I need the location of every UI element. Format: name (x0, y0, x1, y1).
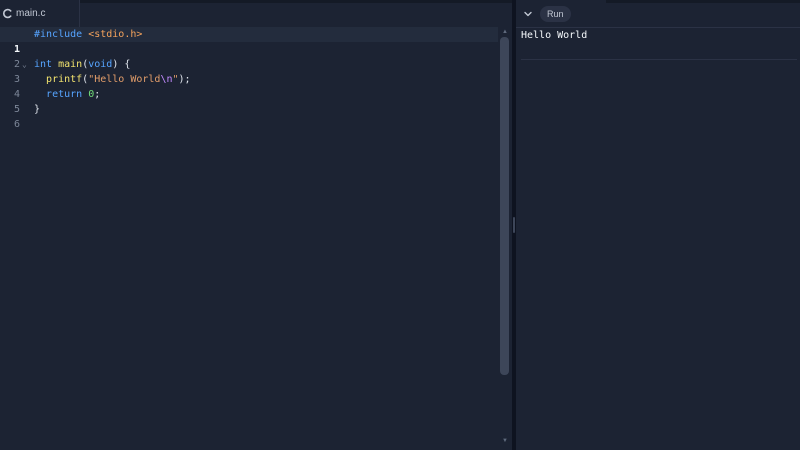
punctuation-token: } (34, 104, 41, 115)
run-button[interactable]: Run (540, 6, 571, 22)
code-text: return 0; (34, 87, 100, 102)
include-path-token: <stdio.h> (88, 29, 143, 40)
scroll-down-arrow-icon[interactable]: ▼ (501, 438, 509, 444)
code-line[interactable]: 6 } (0, 102, 498, 130)
scroll-up-arrow-icon[interactable]: ▲ (501, 29, 509, 35)
code-line[interactable]: 3 ⌄ int main(void) { (0, 57, 498, 85)
editor-tab-bar: main.c (0, 0, 512, 28)
keyword-token: int (34, 59, 53, 70)
scrollbar-thumb[interactable] (500, 37, 509, 375)
editor-scrollbar[interactable]: ▲ ▼ (498, 27, 512, 450)
code-text: printf("Hello World\n"); (34, 72, 191, 87)
console-tab-strip (606, 0, 800, 3)
code-line[interactable]: 2 (0, 42, 498, 70)
fold-chevron-icon[interactable]: ⌄ (22, 57, 30, 72)
punctuation-token: ) { (112, 59, 131, 70)
tab-strip-background (80, 0, 512, 3)
keyword-token: void (88, 59, 113, 70)
file-tab-main-c[interactable]: main.c (0, 0, 80, 27)
function-token: main (58, 59, 83, 70)
console-pane: Run Hello World (516, 0, 800, 450)
tab-filename: main.c (16, 8, 46, 19)
code-editor[interactable]: 1 #include <stdio.h> 2 3 ⌄ int main(void… (0, 27, 498, 450)
resize-grip-handle[interactable] (513, 217, 515, 233)
code-text: } (34, 102, 40, 117)
line-number: 6 (13, 119, 20, 130)
function-token: printf (46, 74, 83, 85)
preprocessor-token: #include (34, 29, 83, 40)
string-token: "Hello World (88, 74, 161, 85)
code-text: int main(void) { (34, 57, 130, 72)
console-toolbar: Run (516, 0, 800, 28)
code-line[interactable]: 1 #include <stdio.h> (0, 27, 498, 55)
escape-token: \n (160, 74, 173, 85)
code-line[interactable]: 4 printf("Hello World\n"); (0, 72, 498, 100)
code-text: #include <stdio.h> (34, 27, 142, 42)
editor-pane: main.c 1 #include <stdio.h> 2 3 ⌄ int ma… (0, 0, 512, 450)
c-language-icon (2, 8, 12, 19)
console-output: Hello World (521, 29, 797, 60)
punctuation-token: ; (94, 89, 101, 100)
keyword-token: return (46, 89, 83, 100)
code-line[interactable]: 5 return 0; (0, 87, 498, 115)
chevron-down-icon[interactable] (520, 6, 536, 22)
punctuation-token: ); (178, 74, 191, 85)
